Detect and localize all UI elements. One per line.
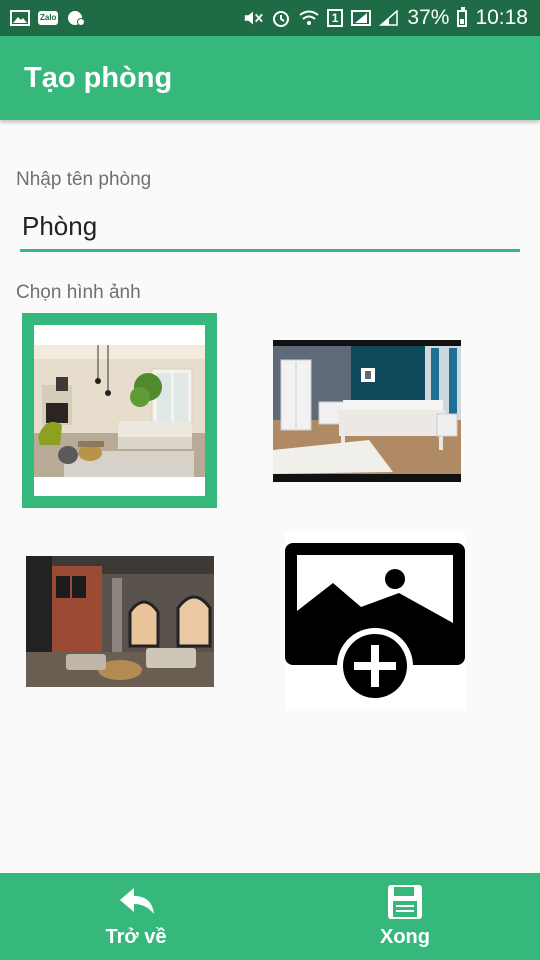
clock: 10:18 <box>475 6 528 29</box>
back-button-label: Trở về <box>105 926 167 948</box>
signal-icon <box>351 10 372 26</box>
status-right-icons: 1 37% 10:18 <box>243 6 528 30</box>
loft-photo <box>26 556 214 687</box>
mute-icon <box>243 10 263 26</box>
battery-icon <box>457 6 468 27</box>
image-frame <box>34 325 205 496</box>
app-bar: Tạo phòng <box>0 36 540 120</box>
choose-image-label: Chọn hình ảnh <box>16 282 141 303</box>
status-bar: Zalo 1 37% 10:18 <box>0 0 540 36</box>
alarm-icon <box>271 10 291 27</box>
add-image-button[interactable] <box>285 531 465 711</box>
image-option-bedroom[interactable] <box>273 340 461 482</box>
save-icon <box>388 885 422 919</box>
room-name-field <box>20 204 520 252</box>
bedroom-photo <box>273 340 461 482</box>
page-title: Tạo phòng <box>24 61 173 94</box>
wifi-icon <box>299 10 319 26</box>
back-button[interactable]: Trở về <box>66 873 206 960</box>
status-left-icons: Zalo <box>10 10 86 26</box>
done-button-label: Xong <box>380 926 430 948</box>
room-name-input[interactable] <box>20 204 520 249</box>
living-room-photo <box>34 344 205 477</box>
image-option-loft[interactable] <box>26 556 214 687</box>
add-photo-icon <box>285 543 465 704</box>
bottom-bar: Trở về Xong <box>0 873 540 960</box>
gallery-icon <box>10 10 30 26</box>
image-option-living-room[interactable] <box>22 313 217 508</box>
settings-notification-icon <box>66 10 86 26</box>
sim-icon: 1 <box>326 9 344 27</box>
battery-percent: 37% <box>407 6 450 29</box>
reply-icon <box>120 888 154 914</box>
done-button[interactable]: Xong <box>335 873 475 960</box>
zalo-icon: Zalo <box>38 11 59 25</box>
room-name-label: Nhập tên phòng <box>16 169 152 190</box>
signal-icon <box>379 10 399 26</box>
